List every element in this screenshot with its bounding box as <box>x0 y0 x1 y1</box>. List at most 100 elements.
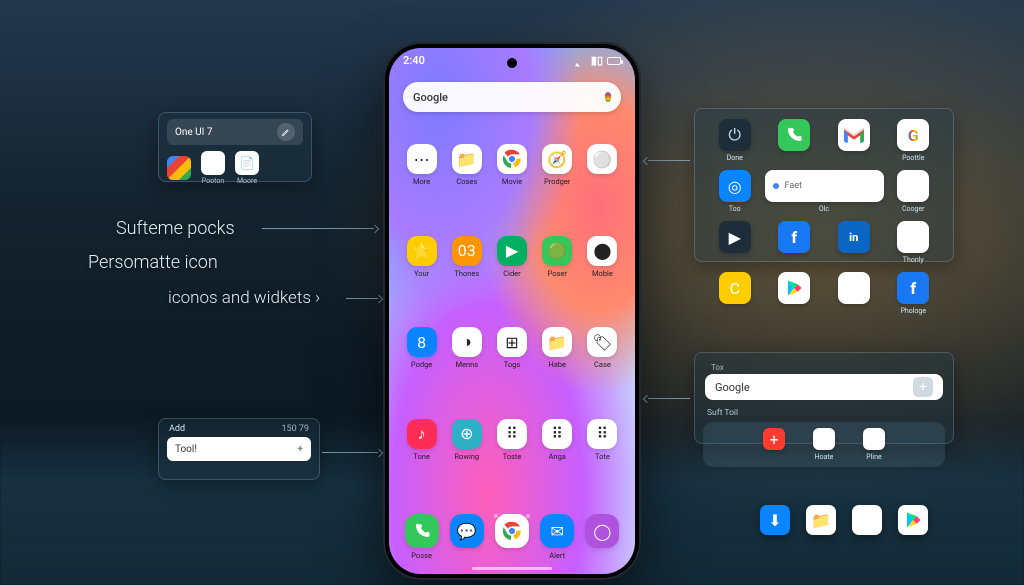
app-podge[interactable]: 8Podge <box>399 327 444 411</box>
home-screen[interactable]: 2:40 ▮▯ Google ⋯More📁CosesMovie🧭Prodger⚪… <box>389 48 635 574</box>
icon-pack-item[interactable]: ⚑ <box>824 272 884 315</box>
google-search-widget[interactable]: Google + <box>705 374 943 400</box>
app-toste[interactable]: ⠿Toste <box>489 419 534 503</box>
loose-app-icon[interactable]: ⊞ <box>852 505 882 535</box>
app-moble[interactable]: ⬤Moble <box>580 236 625 320</box>
app-icon: 03 <box>452 236 482 266</box>
panel-subheader: Suft Toil <box>707 408 941 418</box>
pack-icon: f <box>897 272 929 304</box>
icon-pack-item[interactable]: ◎ Too <box>705 170 765 213</box>
pack-icon <box>778 119 810 151</box>
app-label: Toste <box>503 452 522 461</box>
edit-icon[interactable] <box>277 123 295 141</box>
widget-dock-item[interactable]: ⌂Hoate <box>813 428 835 461</box>
mini-search-field[interactable]: Faet <box>765 170 884 202</box>
pack-icon <box>838 119 870 151</box>
widget-preview-icon[interactable]: 🖼 <box>201 151 225 175</box>
loose-app-icon[interactable]: ⬇ <box>760 505 790 535</box>
callout-theme-packs: Sufteme pocks <box>116 218 235 239</box>
app-label: Coses <box>456 177 477 186</box>
app-menns[interactable]: ◑Menns <box>444 327 489 411</box>
plus-icon[interactable]: + <box>913 377 933 397</box>
panel-hint: Tox <box>703 359 945 372</box>
app-label: Cider <box>503 269 520 278</box>
pack-caption: Done <box>727 154 743 162</box>
mini-tile-caption: Pline <box>866 453 881 461</box>
pack-icon <box>778 272 810 304</box>
camera-punchhole <box>507 58 517 68</box>
dock-app[interactable]: ✉Alert <box>540 514 574 560</box>
widget-preview-icon[interactable]: 📄 <box>235 151 259 175</box>
app-icon: 💬 <box>450 514 484 548</box>
app-thones[interactable]: 03Thones <box>444 236 489 320</box>
app-tone[interactable]: ♪Tone <box>399 419 444 503</box>
widget-dock-item[interactable]: + <box>763 428 785 453</box>
app-poser[interactable]: 🟢Poser <box>535 236 580 320</box>
pack-caption: Too <box>729 205 741 213</box>
loose-app-icon[interactable]: 📁 <box>806 505 836 535</box>
icon-pack-item[interactable]: GPoottle <box>884 119 944 162</box>
app-coses[interactable]: 📁Coses <box>444 144 489 228</box>
app-label: Anga <box>549 452 566 461</box>
app-habe[interactable]: 📁Habe <box>535 327 580 411</box>
icon-pack-item[interactable]: ⏻Done <box>705 119 765 162</box>
app-your[interactable]: ⭐Your <box>399 236 444 320</box>
icon-pack-item[interactable]: Faet Olc <box>765 170 884 213</box>
app-icon: ⚪ <box>587 144 617 174</box>
add-panel-title: Add <box>169 424 185 434</box>
panel-icon-pack: ⏻Done GPoottle ◎ Too Faet Olc ✉Cooger ▶fin⊞Thon… <box>694 108 954 262</box>
pack-caption: Phologe <box>900 307 926 315</box>
app-icon: ◑ <box>452 327 482 357</box>
icon-pack-item[interactable]: ✉Cooger <box>884 170 944 213</box>
widget-dock-item[interactable]: ❀Pline <box>863 428 885 461</box>
app-cider[interactable]: ▶Cider <box>489 236 534 320</box>
app-anga[interactable]: ⠿ Anga <box>535 419 580 503</box>
app-label: Togs <box>504 360 520 369</box>
icon-pack-item[interactable] <box>765 119 825 162</box>
plus-icon[interactable]: + <box>298 444 303 455</box>
app-movie[interactable]: Movie <box>489 144 534 228</box>
leader-line <box>346 298 378 299</box>
mic-icon[interactable] <box>605 92 611 102</box>
leader-line <box>322 452 378 453</box>
add-widget-field[interactable]: Tool! + <box>167 437 311 461</box>
icon-pack-item[interactable] <box>765 272 825 315</box>
icon-pack-item[interactable]: C <box>705 272 765 315</box>
app-togs[interactable]: ⊞ Togs <box>489 327 534 411</box>
icon-pack-item[interactable]: ▶ <box>705 221 765 264</box>
dock: Posse 💬 ✉Alert ◯ <box>399 514 625 560</box>
add-panel-badge: 150 79 <box>281 424 309 434</box>
app-icon <box>405 514 439 548</box>
icon-pack-item[interactable]: ⊞Thonly <box>884 221 944 264</box>
loose-app-icon[interactable] <box>898 505 928 535</box>
icon-pack-item[interactable]: f <box>765 221 825 264</box>
widget-preview-icon[interactable] <box>167 156 191 180</box>
app-icon: 8 <box>407 327 437 357</box>
pack-icon: C <box>719 272 751 304</box>
app-more[interactable]: ⋯More <box>399 144 444 228</box>
dock-app[interactable] <box>495 514 529 548</box>
gesture-bar[interactable] <box>472 567 552 570</box>
app-tote[interactable]: ⠿Tote <box>580 419 625 503</box>
dock-app[interactable]: ◯ <box>585 514 619 548</box>
app-icon: 🧭 <box>542 144 572 174</box>
dock-app[interactable]: Posse <box>405 514 439 560</box>
mini-tile-caption: Hoate <box>815 453 834 461</box>
app-rowing[interactable]: ⊕Rowing <box>444 419 489 503</box>
app-icon: ⠿ <box>542 419 572 449</box>
dock-app[interactable]: 💬 <box>450 514 484 548</box>
app-icon: ⋯ <box>407 144 437 174</box>
app-icon: ⭐ <box>407 236 437 266</box>
app-case[interactable]: 🏷Case <box>580 327 625 411</box>
pack-icon: ◎ <box>719 170 751 202</box>
icon-pack-item[interactable] <box>824 119 884 162</box>
icon-pack-item[interactable]: in <box>824 221 884 264</box>
google-search-bar[interactable]: Google <box>403 82 621 112</box>
app-prodger[interactable]: 🧭Prodger <box>535 144 580 228</box>
icon-pack-item[interactable]: f Phologe <box>884 272 944 315</box>
app-icon[interactable]: ⚪ <box>580 144 625 228</box>
app-icon: ⊞ <box>497 327 527 357</box>
pack-caption: Olc <box>819 205 829 213</box>
app-icon: ⬤ <box>587 236 617 266</box>
pack-icon: ⚑ <box>838 272 870 304</box>
